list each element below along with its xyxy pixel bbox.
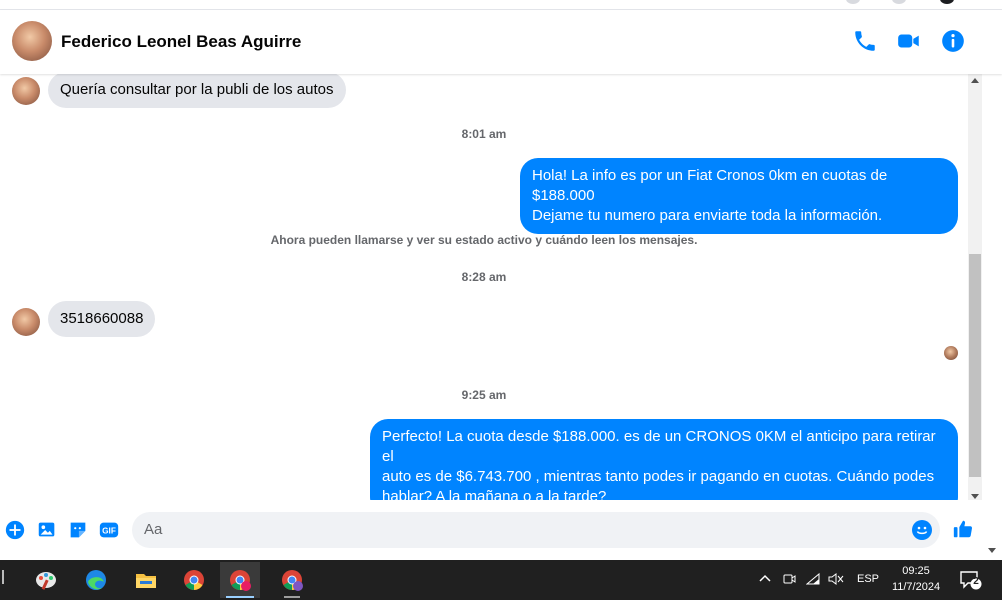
edge-icon[interactable] [76, 562, 116, 598]
message-input[interactable]: Aa [132, 512, 940, 548]
open-app-indicator [284, 596, 300, 598]
message-line: Hola! La info es por un Fiat Cronos 0km … [532, 167, 888, 204]
message-thread[interactable]: Quería consultar por la publi de los aut… [0, 74, 968, 500]
paint-icon[interactable] [26, 562, 66, 598]
chrome-icon[interactable] [174, 562, 214, 598]
photo-icon[interactable] [36, 519, 58, 541]
message-timestamp: 9:25 am [461, 388, 507, 402]
windows-taskbar: ESP 09:25 11/7/2024 2 [0, 560, 1002, 600]
taskbar-edge [2, 570, 4, 584]
scroll-up-icon[interactable] [971, 78, 979, 83]
chevron-up-icon[interactable] [758, 572, 772, 589]
outgoing-message[interactable]: Perfecto! La cuota desde $188.000. es de… [370, 419, 958, 500]
message-timestamp: 8:28 am [461, 270, 507, 284]
window-top-strip [0, 0, 1002, 10]
incoming-message[interactable]: 3518660088 [48, 301, 156, 337]
file-explorer-icon[interactable] [126, 562, 166, 598]
info-icon[interactable] [940, 28, 966, 54]
contact-small-avatar [12, 77, 40, 105]
active-app-indicator [226, 596, 254, 598]
contact-avatar[interactable] [12, 21, 52, 61]
message-line: Perfecto! La cuota desde $188.000. es de… [382, 428, 936, 465]
clock-time: 09:25 [902, 565, 930, 577]
like-icon[interactable] [952, 518, 976, 542]
phone-icon[interactable] [852, 28, 878, 54]
notifications-icon[interactable]: 2 [960, 570, 982, 590]
gif-label: GIF [102, 527, 116, 536]
incoming-message[interactable]: Quería consultar por la publi de los aut… [48, 74, 346, 108]
notification-count: 2 [973, 576, 979, 587]
message-line: Dejame tu numero para enviarte toda la i… [532, 207, 883, 224]
message-composer: GIF Aa [0, 500, 982, 560]
language-indicator[interactable]: ESP [857, 573, 879, 585]
scroll-down-icon[interactable] [988, 548, 996, 553]
chrome-profile-2-icon[interactable] [272, 562, 312, 598]
add-icon[interactable] [4, 519, 26, 541]
outgoing-message[interactable]: Hola! La info es por un Fiat Cronos 0km … [520, 158, 958, 234]
system-clock[interactable]: 09:25 11/7/2024 [884, 563, 948, 595]
meet-now-icon[interactable] [782, 572, 796, 589]
contact-name[interactable]: Federico Leonel Beas Aguirre [61, 32, 301, 52]
clock-date: 11/7/2024 [891, 581, 941, 593]
volume-muted-icon[interactable] [828, 572, 844, 589]
message-line: auto es de $6.743.700 , mientras tanto p… [382, 468, 935, 485]
chrome-profile-icon[interactable] [220, 562, 260, 598]
conversation-header: Federico Leonel Beas Aguirre [0, 10, 1002, 74]
system-notice: Ahora pueden llamarse y ver su estado ac… [270, 233, 698, 247]
contact-small-avatar [12, 308, 40, 336]
scrollbar-thumb[interactable] [969, 254, 981, 477]
wifi-icon[interactable] [805, 572, 820, 589]
thread-scrollbar[interactable] [968, 74, 982, 500]
seen-indicator-avatar [944, 346, 958, 360]
gif-icon[interactable]: GIF [98, 519, 120, 541]
video-camera-icon[interactable] [896, 28, 922, 54]
scroll-down-icon[interactable] [971, 494, 979, 499]
page-scrollbar[interactable] [982, 74, 1002, 560]
message-timestamp: 8:01 am [461, 127, 507, 141]
sticker-icon[interactable] [67, 519, 89, 541]
message-input-placeholder: Aa [144, 521, 163, 538]
message-line: hablar? A la mañana o a la tarde? [382, 488, 607, 500]
emoji-icon[interactable] [910, 518, 934, 542]
